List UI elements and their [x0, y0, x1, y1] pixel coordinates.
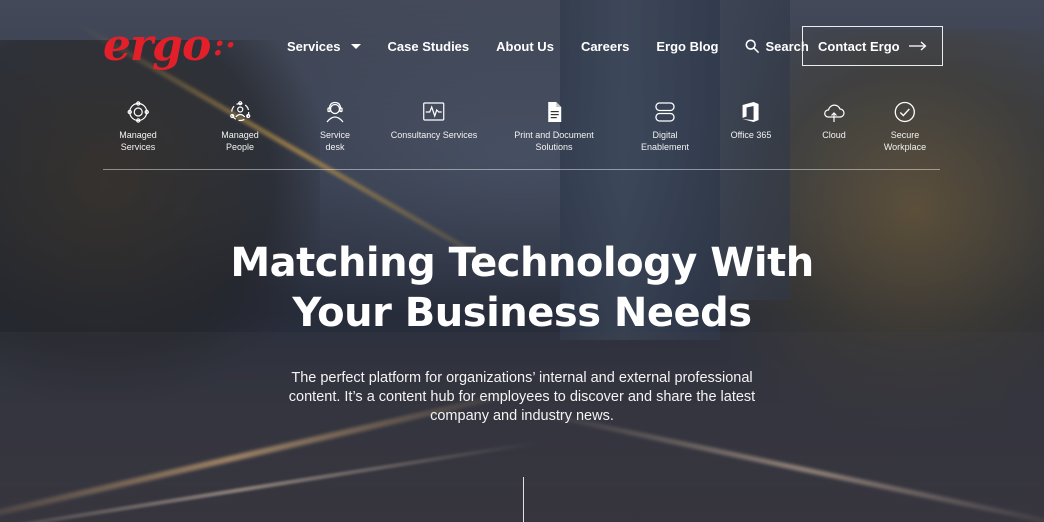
- service-label: Office 365: [730, 130, 772, 140]
- service-digital-enablement[interactable]: Digital Enablement: [641, 100, 689, 153]
- nav-about-us[interactable]: About Us: [496, 39, 554, 54]
- search-button[interactable]: Search: [745, 39, 809, 54]
- main-nav: Services Case Studies About Us Careers E…: [287, 36, 809, 56]
- nav-services[interactable]: Services: [287, 39, 361, 54]
- service-label: Print and Document Solutions: [514, 130, 594, 152]
- scroll-indicator: [523, 477, 524, 522]
- search-icon: [746, 39, 760, 53]
- document-icon: [547, 102, 561, 122]
- services-menu: Managed Services Managed People Service …: [103, 100, 940, 170]
- managed-services-icon: [127, 101, 149, 123]
- service-secure-workplace[interactable]: Secure Workplace: [884, 100, 926, 153]
- contact-label: Contact Ergo: [818, 38, 900, 54]
- service-service-desk[interactable]: Service desk: [320, 100, 350, 153]
- contact-ergo-button[interactable]: Contact Ergo: [802, 26, 943, 66]
- hero-title: Matching Technology With Your Business N…: [0, 238, 1044, 338]
- logo-wordmark: ergo: [103, 20, 211, 71]
- service-label: Managed Services: [119, 130, 157, 152]
- service-managed-services[interactable]: Managed Services: [119, 100, 157, 153]
- nav-ergo-blog[interactable]: Ergo Blog: [656, 39, 718, 54]
- service-label: Managed People: [221, 130, 259, 152]
- service-office-365[interactable]: Office 365: [730, 100, 772, 141]
- managed-people-icon: [229, 101, 251, 122]
- service-print-document[interactable]: Print and Document Solutions: [514, 100, 594, 153]
- service-label: Service desk: [319, 130, 351, 152]
- service-managed-people[interactable]: Managed People: [221, 100, 259, 153]
- nav-careers[interactable]: Careers: [581, 39, 629, 54]
- nav-services-label: Services: [287, 38, 341, 54]
- nav-case-studies[interactable]: Case Studies: [388, 39, 470, 54]
- hero-title-line-2: Your Business Needs: [292, 290, 752, 336]
- hero-title-line-1: Matching Technology With: [230, 240, 814, 286]
- digital-enablement-icon: [655, 102, 675, 122]
- secure-workplace-icon: [894, 101, 916, 123]
- chevron-down-icon: [350, 43, 361, 49]
- service-consultancy[interactable]: Consultancy Services: [390, 100, 478, 141]
- cloud-icon: [824, 104, 845, 122]
- arrow-right-icon: [909, 41, 927, 51]
- hero-subtitle: The perfect platform for organizations’ …: [288, 370, 756, 424]
- logo-dots: :·: [213, 28, 237, 63]
- service-label: Consultancy Services: [390, 130, 478, 140]
- service-label: Secure Workplace: [883, 130, 927, 152]
- consultancy-icon: [423, 102, 445, 121]
- service-desk-icon: [326, 101, 344, 123]
- ergo-logo[interactable]: ergo :·: [103, 22, 237, 70]
- service-label: Digital Enablement: [640, 130, 690, 152]
- service-cloud[interactable]: Cloud: [822, 100, 846, 141]
- office-365-icon: [743, 102, 759, 122]
- service-label: Cloud: [822, 130, 846, 140]
